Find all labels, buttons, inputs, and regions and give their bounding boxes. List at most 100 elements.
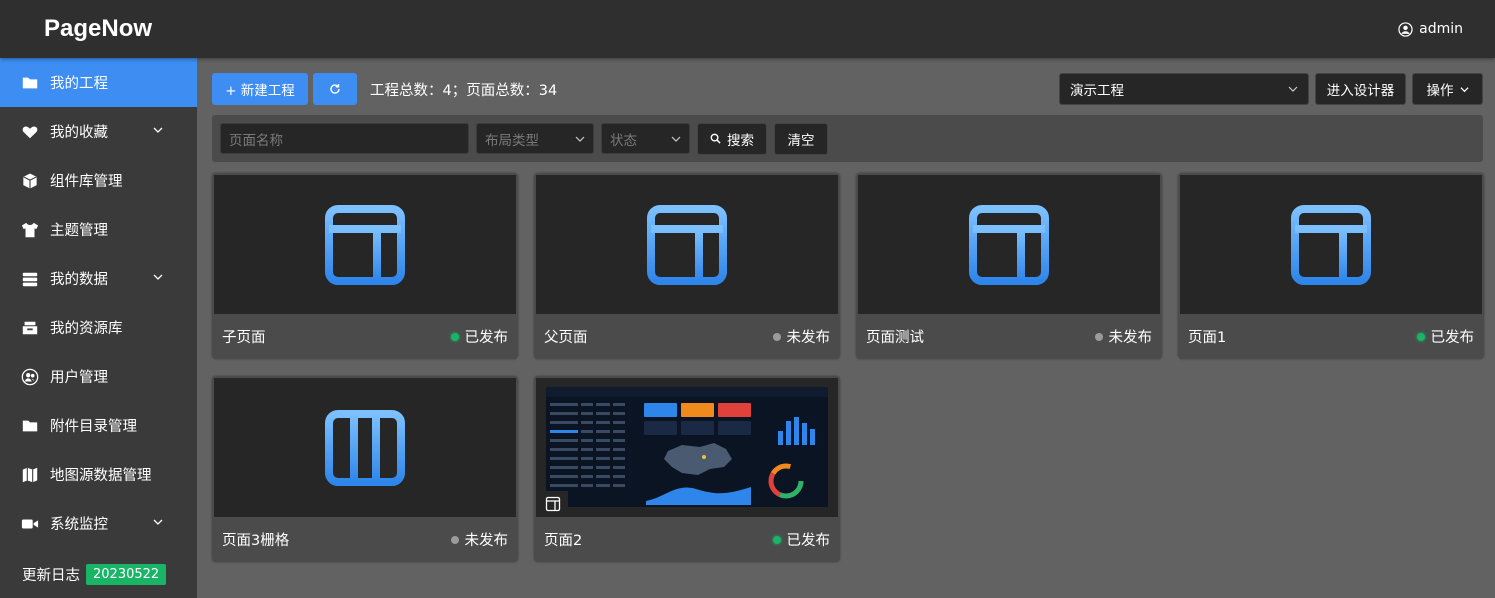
status-text: 未发布 [1108, 330, 1153, 346]
kpi-tile [644, 403, 677, 417]
page-name: 子页面 [222, 330, 266, 346]
project-select-value: 演示工程 [1070, 83, 1124, 99]
database-icon [20, 269, 40, 289]
status-dot [450, 332, 459, 341]
page-card[interactable]: 页面测试 未发布 [856, 173, 1162, 359]
sidebar-item-label: 我的收藏 [50, 125, 108, 141]
page-card[interactable]: 页面3栅格 未发布 [212, 376, 518, 562]
layout-icon-badge [538, 491, 568, 517]
layout-columns-icon [325, 409, 405, 486]
refresh-button[interactable] [313, 73, 357, 105]
page-card-footer: 页面3栅格 未发布 [212, 517, 518, 562]
page-card[interactable]: 页面2 已发布 [534, 376, 840, 562]
layout-split-icon [545, 496, 561, 512]
users-icon [20, 367, 40, 387]
chevron-down-icon [153, 274, 163, 280]
status-text: 未发布 [464, 533, 509, 549]
search-button[interactable]: 搜索 [697, 122, 767, 155]
layout-type-select[interactable]: 布局类型 [476, 123, 594, 154]
page-card-footer: 父页面 未发布 [534, 314, 840, 359]
operations-dropdown[interactable]: 操作 [1412, 73, 1483, 105]
page-thumbnail[interactable] [536, 175, 838, 314]
chevron-down-icon [153, 519, 163, 525]
status-dot [772, 332, 781, 341]
sidebar-item-component-library[interactable]: 组件库管理 [0, 156, 197, 205]
status-badge: 未发布 [772, 326, 830, 347]
status-text: 已发布 [464, 330, 509, 346]
shirt-icon [20, 220, 40, 240]
sidebar-item-themes[interactable]: 主题管理 [0, 205, 197, 254]
layout-type-placeholder: 布局类型 [485, 132, 539, 149]
top-header: PageNow admin [0, 0, 1495, 58]
sidebar-item-label: 用户管理 [50, 370, 108, 386]
page-card-footer: 页面2 已发布 [534, 517, 840, 562]
kpi-tile [681, 403, 714, 417]
status-badge: 已发布 [450, 326, 509, 347]
video-camera-icon [20, 514, 40, 534]
user-menu[interactable]: admin [1398, 21, 1463, 37]
status-dot [450, 535, 459, 544]
status-text: 已发布 [786, 533, 831, 549]
status-text: 已发布 [1430, 330, 1475, 346]
sidebar-item-resources[interactable]: 我的资源库 [0, 303, 197, 352]
status-select[interactable]: 状态 [601, 123, 690, 154]
page-card-footer: 页面1 已发布 [1178, 314, 1484, 359]
sidebar-item-label: 附件目录管理 [50, 419, 137, 435]
page-name: 页面1 [1188, 330, 1227, 346]
sidebar-item-users[interactable]: 用户管理 [0, 352, 197, 401]
page-thumbnail[interactable] [1180, 175, 1482, 314]
sidebar-item-attachment-dirs[interactable]: 附件目录管理 [0, 401, 197, 450]
folder-icon [20, 73, 40, 93]
dashboard-charts [768, 417, 815, 499]
sidebar-item-map-sources[interactable]: 地图源数据管理 [0, 450, 197, 499]
chevron-down-icon [153, 127, 163, 133]
main-content: + 新建工程 工程总数：4；页面总数：34 演示工程 进入设计器 操作 页面名称… [197, 58, 1495, 598]
kpi-tile [681, 421, 714, 435]
status-placeholder: 状态 [610, 132, 637, 149]
dashboard-screenshot [546, 387, 828, 507]
layout-split-icon [325, 204, 405, 285]
page-name-placeholder: 页面名称 [229, 132, 283, 149]
page-card[interactable]: 父页面 未发布 [534, 173, 840, 359]
sidebar-item-monitoring[interactable]: 系统监控 [0, 499, 197, 548]
page-card[interactable]: 页面1 已发布 [1178, 173, 1484, 359]
page-name: 页面3栅格 [222, 533, 290, 549]
page-thumbnail[interactable] [214, 175, 516, 314]
chevron-down-icon [1288, 86, 1298, 92]
page-name-input[interactable]: 页面名称 [220, 123, 469, 154]
changelog[interactable]: 更新日志 20230522 [22, 564, 167, 585]
status-dot [1416, 332, 1425, 341]
chevron-down-icon [1459, 86, 1469, 92]
dashboard-title-bar [546, 387, 828, 397]
changelog-label: 更新日志 [22, 568, 80, 584]
sidebar-item-projects[interactable]: 我的工程 [0, 58, 197, 107]
sidebar: 我的工程 我的收藏 组件库管理 主题管理 我的数据 我的资源库 用户管理 附件目… [0, 58, 197, 598]
kpi-tile [718, 421, 751, 435]
sidebar-item-my-data[interactable]: 我的数据 [0, 254, 197, 303]
page-thumbnail[interactable] [536, 378, 838, 517]
user-avatar-icon [1398, 21, 1413, 37]
search-icon [710, 133, 721, 144]
page-card[interactable]: 子页面 已发布 [212, 173, 518, 359]
page-card-footer: 子页面 已发布 [212, 314, 518, 359]
app-logo[interactable]: PageNow [44, 15, 152, 43]
cube-icon [20, 171, 40, 191]
new-project-button[interactable]: + 新建工程 [212, 73, 308, 105]
page-card-footer: 页面测试 未发布 [856, 314, 1162, 359]
layout-split-icon [1291, 204, 1371, 285]
sidebar-item-label: 我的工程 [50, 76, 108, 92]
status-badge: 已发布 [772, 529, 831, 550]
project-select[interactable]: 演示工程 [1059, 73, 1309, 105]
page-thumbnail[interactable] [858, 175, 1160, 314]
refresh-icon [330, 84, 340, 94]
sidebar-item-favorites[interactable]: 我的收藏 [0, 107, 197, 156]
clear-button[interactable]: 清空 [774, 122, 828, 155]
layout-split-icon [647, 204, 727, 285]
page-thumbnail[interactable] [214, 378, 516, 517]
dashboard-map-and-area-chart [646, 443, 751, 505]
map-icon [20, 465, 40, 485]
sidebar-item-label: 我的数据 [50, 272, 108, 288]
sidebar-item-label: 我的资源库 [50, 321, 123, 337]
project-stats: 工程总数：4；页面总数：34 [370, 82, 558, 99]
enter-designer-button[interactable]: 进入设计器 [1315, 73, 1406, 105]
